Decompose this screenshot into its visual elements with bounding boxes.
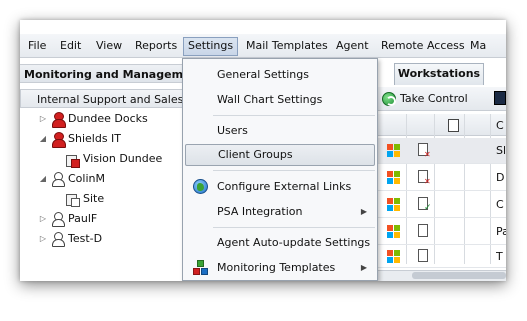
- tree-item-test-d[interactable]: ▷ Test-D: [38, 230, 102, 248]
- menu-item-users[interactable]: Users: [185, 120, 375, 142]
- tree-item-label: Vision Dundee: [83, 152, 163, 165]
- client-icon: [51, 172, 65, 187]
- windows-icon: [387, 250, 400, 263]
- tree-item-colinm[interactable]: ◢ ColinM: [38, 170, 105, 188]
- windows-icon: [387, 198, 400, 211]
- menu-settings[interactable]: Settings: [183, 37, 239, 56]
- client-red-icon: [51, 112, 66, 128]
- expand-arrow-icon[interactable]: ▷: [38, 110, 48, 128]
- tree-item-label: Test-D: [68, 232, 103, 245]
- take-control-label: Take Control: [400, 92, 468, 105]
- clipboard-icon[interactable]: [448, 119, 459, 132]
- scrollbar-thumb[interactable]: [412, 272, 506, 279]
- tree-item-label: ColinM: [68, 172, 105, 185]
- alert-x-icon: ✕: [424, 150, 431, 159]
- globe-icon: [193, 179, 208, 194]
- client-group-header[interactable]: Internal Support and Sales Ac: [20, 89, 185, 108]
- menu-item-client-groups[interactable]: Client Groups: [185, 144, 375, 166]
- menu-agent[interactable]: Agent: [332, 37, 373, 56]
- windows-icon: [387, 144, 400, 157]
- site-icon: [66, 192, 80, 207]
- take-control-button[interactable]: Take Control: [382, 91, 468, 107]
- menu-separator: [213, 227, 375, 228]
- menu-remote-access[interactable]: Remote Access: [377, 37, 469, 56]
- collapse-arrow-icon[interactable]: ◢: [38, 130, 48, 148]
- tree-item-dundee-docks[interactable]: ▷ Dundee Docks: [38, 110, 148, 128]
- menu-edit[interactable]: Edit: [56, 37, 85, 56]
- menu-view[interactable]: View: [92, 37, 126, 56]
- device-icon: [418, 249, 428, 262]
- tree-item-label: Site: [83, 192, 105, 205]
- menu-item-psa-integration[interactable]: PSA Integration ▶: [185, 201, 375, 223]
- tab-workstations[interactable]: Workstations: [394, 63, 484, 85]
- panel-title: Monitoring and Management: [20, 64, 190, 83]
- menu-reports[interactable]: Reports: [131, 37, 181, 56]
- terminal-icon[interactable]: [494, 91, 506, 105]
- table-cell: T: [496, 250, 503, 263]
- menu-separator: [213, 170, 375, 171]
- templates-blocks-icon: [193, 260, 209, 276]
- client-icon: [51, 232, 65, 247]
- tree-item-vision-dundee[interactable]: Vision Dundee: [66, 150, 162, 168]
- submenu-arrow-icon: ▶: [360, 207, 367, 216]
- menu-item-monitoring-templates[interactable]: Monitoring Templates ▶: [185, 257, 375, 279]
- client-icon: [51, 212, 65, 227]
- menu-item-general-settings[interactable]: General Settings: [185, 64, 375, 86]
- expand-arrow-icon[interactable]: ▷: [38, 210, 48, 228]
- table-cell: C: [496, 198, 504, 211]
- table-cell: D: [496, 171, 505, 184]
- tree-item-site[interactable]: Site: [66, 190, 104, 208]
- device-icon: [418, 224, 428, 237]
- menu-mail-templates[interactable]: Mail Templates: [242, 37, 332, 56]
- expand-arrow-icon[interactable]: ▷: [38, 230, 48, 248]
- menu-bar: File Edit View Reports Settings Mail Tem…: [20, 34, 506, 58]
- menu-item-label: Monitoring Templates: [217, 261, 336, 274]
- tree-item-label: Dundee Docks: [68, 112, 148, 125]
- take-control-icon: [382, 92, 396, 106]
- table-cell: Pa: [496, 225, 506, 238]
- check-icon: ✓: [424, 203, 432, 213]
- alert-x-icon: ✕: [424, 177, 431, 186]
- submenu-arrow-icon: ▶: [360, 263, 367, 272]
- collapse-arrow-icon[interactable]: ◢: [38, 170, 48, 188]
- tree-item-shields-it[interactable]: ◢ Shields IT: [38, 130, 121, 148]
- menu-item-label: PSA Integration: [217, 205, 303, 218]
- table-cell: Sl: [496, 144, 506, 157]
- tree-item-paulf[interactable]: ▷ PaulF: [38, 210, 97, 228]
- windows-icon: [387, 171, 400, 184]
- menu-item-wall-chart-settings[interactable]: Wall Chart Settings: [185, 89, 375, 111]
- menu-item-agent-autoupdate-settings[interactable]: Agent Auto-update Settings: [185, 232, 375, 254]
- tree-item-label: PaulF: [68, 212, 98, 225]
- menu-item-configure-external-links[interactable]: Configure External Links: [185, 176, 375, 198]
- windows-icon: [387, 225, 400, 238]
- settings-dropdown-menu: General Settings Wall Chart Settings Use…: [182, 58, 378, 281]
- site-alert-icon: [66, 153, 80, 168]
- application-window: File Edit View Reports Settings Mail Tem…: [20, 20, 506, 281]
- menu-more[interactable]: Ma: [466, 37, 490, 56]
- column-header[interactable]: C: [496, 119, 506, 132]
- tree-item-label: Shields IT: [68, 132, 122, 145]
- menu-file[interactable]: File: [24, 37, 50, 56]
- grid-header: [378, 114, 506, 136]
- menu-separator: [213, 115, 375, 116]
- menu-item-label: Configure External Links: [217, 180, 352, 193]
- client-red-icon: [51, 132, 66, 148]
